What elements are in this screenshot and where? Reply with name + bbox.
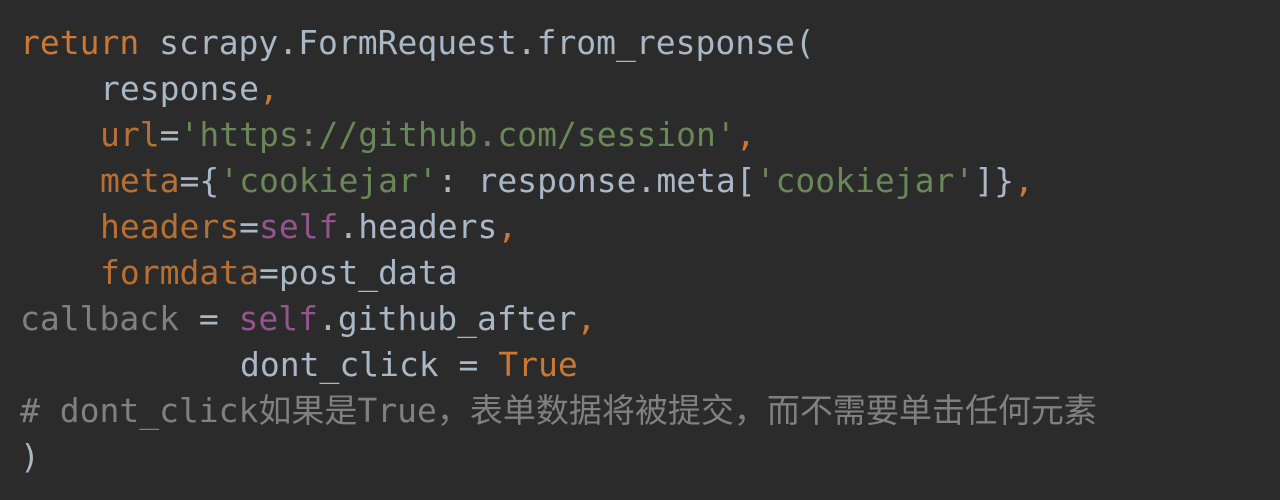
dict-open: ={ bbox=[179, 161, 220, 200]
code-comment: # dont_click如果是True，表单数据将被提交，而不需要单击任何元素 bbox=[20, 391, 1097, 430]
meta-param-name: meta bbox=[100, 161, 180, 200]
comma: , bbox=[735, 115, 756, 154]
equals: = bbox=[239, 207, 259, 246]
cookiejar-key-string: 'cookiejar' bbox=[219, 161, 438, 200]
formdata-param-name: formdata bbox=[100, 253, 259, 292]
comma: , bbox=[1013, 161, 1034, 200]
return-keyword: return bbox=[20, 23, 140, 62]
code-line-10: ) bbox=[20, 434, 1280, 480]
closing-paren: ) bbox=[20, 437, 40, 476]
github-after-attr: .github_after bbox=[318, 299, 577, 338]
code-editor[interactable]: return scrapy.FormRequest.from_response(… bbox=[0, 0, 1280, 500]
code-line-8: dont_click = True bbox=[20, 342, 1280, 388]
code-line-7: callback = self.github_after, bbox=[20, 296, 1280, 342]
form-request-call: scrapy.FormRequest.from_response( bbox=[139, 23, 815, 62]
comma: , bbox=[497, 207, 518, 246]
url-param-name: url bbox=[100, 115, 160, 154]
code-line-9: # dont_click如果是True，表单数据将被提交，而不需要单击任何元素 bbox=[20, 388, 1280, 434]
true-constant: True bbox=[498, 345, 578, 384]
cookiejar-index-string: 'cookiejar' bbox=[755, 161, 975, 200]
self-keyword: self bbox=[258, 207, 339, 246]
dont-click-name: dont_click bbox=[240, 345, 439, 384]
equals: = bbox=[438, 345, 499, 384]
callback-name: callback bbox=[20, 299, 179, 338]
code-line-6: formdata=post_data bbox=[20, 250, 1280, 296]
code-line-1: return scrapy.FormRequest.from_response( bbox=[20, 20, 1280, 66]
dict-close: ]} bbox=[974, 161, 1014, 200]
equals: = bbox=[159, 115, 180, 154]
headers-param-name: headers bbox=[100, 207, 240, 246]
comma: , bbox=[576, 299, 597, 338]
response-meta-access: : response.meta[ bbox=[437, 161, 756, 200]
code-line-3: url='https://github.com/session', bbox=[20, 112, 1280, 158]
response-arg: response bbox=[100, 69, 259, 108]
code-line-4: meta={'cookiejar': response.meta['cookie… bbox=[20, 158, 1280, 204]
url-string: 'https://github.com/session' bbox=[179, 115, 736, 154]
equals: = bbox=[178, 299, 239, 338]
comma: , bbox=[258, 69, 279, 108]
formdata-value: =post_data bbox=[258, 253, 458, 292]
code-line-5: headers=self.headers, bbox=[20, 204, 1280, 250]
code-line-2: response, bbox=[20, 66, 1280, 112]
headers-attr: .headers bbox=[338, 207, 498, 246]
self-keyword: self bbox=[238, 299, 319, 338]
